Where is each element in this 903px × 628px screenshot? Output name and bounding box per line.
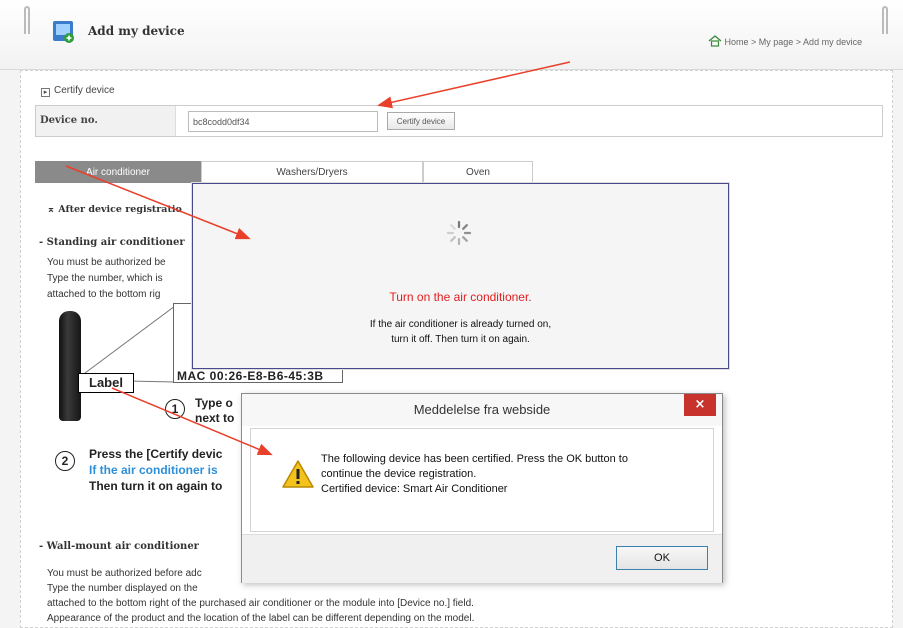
loading-message: turn it off. Then turn it on again. xyxy=(391,334,530,345)
warning-icon xyxy=(282,460,314,488)
standing-line: Type the number, which is xyxy=(47,273,163,284)
loading-message: If the air conditioner is already turned… xyxy=(369,319,552,330)
ok-button[interactable]: OK xyxy=(616,546,708,570)
certify-row: Device no. Certify device xyxy=(35,105,883,137)
dialog-message: Certified device: Smart Air Conditioner xyxy=(321,483,508,495)
pin-icon: ⌅ xyxy=(47,204,55,215)
page-title: Add my device xyxy=(88,24,185,38)
loading-spinner-icon xyxy=(446,220,472,246)
message-dialog: Meddelelse fra webside × The following d… xyxy=(241,393,723,583)
step-1-number: 1 xyxy=(165,399,185,419)
breadcrumb: Home > My page > Add my device xyxy=(708,35,862,47)
device-no-label: Device no. xyxy=(36,106,176,136)
air-conditioner-image xyxy=(59,311,81,421)
standing-heading: - Standing air conditioner xyxy=(39,237,185,248)
page-header: Add my device Home > My page > Add my de… xyxy=(0,0,903,70)
step-2-text: Press the [Certify devic xyxy=(89,447,223,461)
step-2-number: 2 xyxy=(55,451,75,471)
loading-title: Turn on the air conditioner. xyxy=(389,290,532,304)
step-1-text: Type o xyxy=(195,396,233,410)
wall-mount-heading: - Wall-mount air conditioner xyxy=(39,541,199,552)
bullet-icon: ▸ xyxy=(41,88,50,97)
tab-washers-dryers[interactable]: Washers/Dryers xyxy=(201,161,423,183)
wall-line: Type the number displayed on the xyxy=(47,583,198,594)
tab-air-conditioner[interactable]: Air conditioner xyxy=(35,161,201,183)
tab-oven[interactable]: Oven xyxy=(423,161,533,183)
certify-section-label: ▸ Certify device xyxy=(41,85,115,97)
dialog-footer: OK xyxy=(242,534,722,583)
dialog-title: Meddelelse fra webside xyxy=(242,394,722,426)
step-2-text: If the air conditioner is xyxy=(89,463,218,477)
step-2-text: Then turn it on again to xyxy=(89,479,223,493)
device-no-input[interactable] xyxy=(188,111,378,132)
certify-device-button[interactable]: Certify device xyxy=(387,112,455,130)
hanger-decoration xyxy=(882,6,888,34)
hanger-decoration xyxy=(24,6,30,34)
standing-line: You must be authorized be xyxy=(47,257,166,268)
device-icon xyxy=(53,21,74,43)
wall-line: Appearance of the product and the locati… xyxy=(47,613,475,624)
step-1-text: next to xyxy=(195,411,235,425)
dialog-body: The following device has been certified.… xyxy=(250,428,714,532)
standing-line: attached to the bottom rig xyxy=(47,289,161,300)
breadcrumb-text[interactable]: Home > My page > Add my device xyxy=(725,37,863,47)
dialog-message: continue the device registration. xyxy=(321,468,477,480)
wall-line: attached to the bottom right of the purc… xyxy=(47,598,474,609)
wall-line: You must be authorized before adc xyxy=(47,568,202,579)
after-registration-note: ⌅ After device registratio xyxy=(47,204,182,215)
label-tag: Label xyxy=(78,373,134,393)
loading-popup: Turn on the air conditioner. If the air … xyxy=(192,183,729,369)
dialog-message: The following device has been certified.… xyxy=(321,453,628,465)
mac-address-text: MAC 00:26-E8-B6-45:3B xyxy=(177,369,324,383)
home-icon[interactable] xyxy=(708,35,722,47)
close-button[interactable]: × xyxy=(684,394,716,416)
